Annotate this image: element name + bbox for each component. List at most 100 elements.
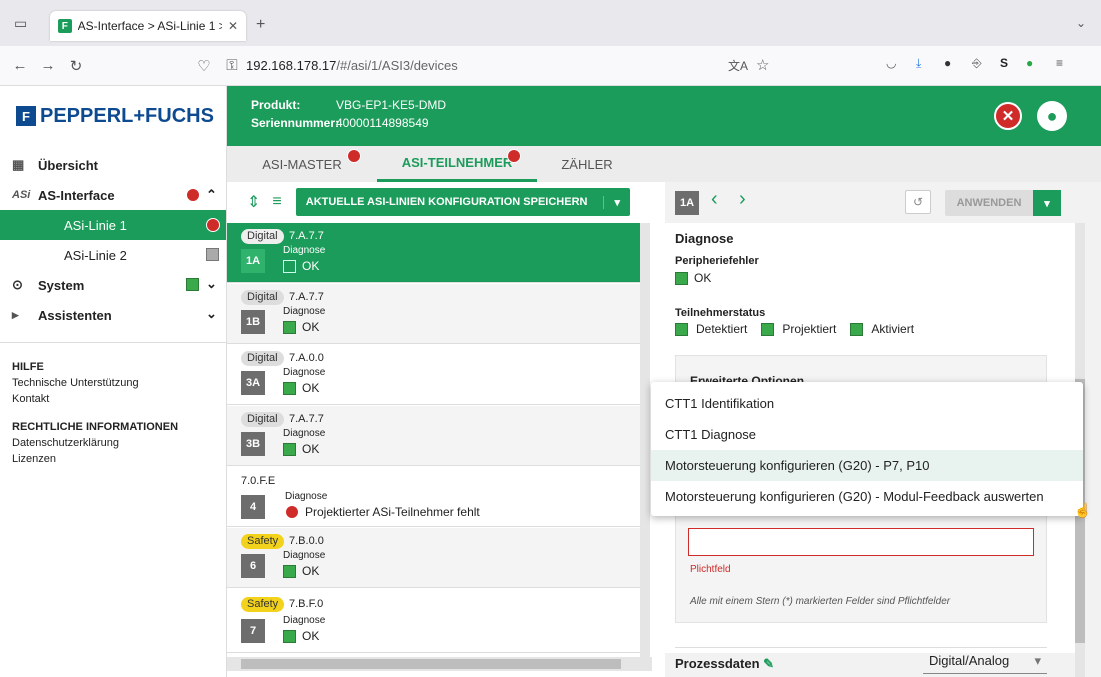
next-icon[interactable]: › bbox=[739, 188, 746, 211]
product-label: Produkt: bbox=[251, 98, 301, 112]
download-icon[interactable]: ⤓ bbox=[916, 56, 921, 71]
dropdown-item-ctt1-identification[interactable]: CTT1 Identifikation bbox=[651, 388, 1083, 419]
chevron-down-icon: ⌄ bbox=[206, 306, 217, 321]
logo-text: PEPPERL+FUCHS bbox=[40, 104, 214, 127]
browser-tab-title: AS-Interface > ASi-Linie 1 > AS bbox=[77, 19, 222, 33]
list-toolbar: ⇕ ≡ AKTUELLE ASI-LINIEN KONFIGURATION SP… bbox=[227, 182, 652, 222]
device-type-badge: Safety bbox=[241, 534, 285, 549]
filter-icon[interactable]: ≡ bbox=[272, 193, 281, 211]
device-row[interactable]: Digital 7.A.7.7 1B Diagnose OK bbox=[227, 284, 640, 344]
sidebar-item-line2[interactable]: ASi-Linie 2 bbox=[0, 240, 226, 270]
list-scrollbar-vertical[interactable] bbox=[640, 223, 650, 657]
sidebar-item-assistants[interactable]: ▸ Assistenten ⌄ bbox=[0, 300, 226, 330]
translate-icon[interactable]: 文A bbox=[728, 57, 748, 74]
tab-label: ZÄHLER bbox=[561, 156, 613, 172]
legal-link-privacy[interactable]: Datenschutzerklärung bbox=[0, 435, 226, 451]
expand-icon[interactable]: ⇕ bbox=[247, 192, 260, 212]
device-row[interactable]: Digital 7.A.7.7 1A Diagnose OK bbox=[227, 223, 640, 283]
apply-button[interactable]: ANWENDEN ▾ bbox=[945, 190, 1061, 216]
tab-asi-participant[interactable]: ASI-TEILNEHMER bbox=[377, 146, 537, 182]
ok-status-icon bbox=[675, 322, 688, 336]
browser-toolbar: ← → ↻ ♡ ⚿ 192.168.178.17/#/asi/1/ASI3/de… bbox=[0, 46, 1101, 86]
tab-label: ASI-MASTER bbox=[262, 156, 342, 172]
diag-status-text: OK bbox=[302, 320, 320, 334]
url-field[interactable]: 192.168.178.17/#/asi/1/ASI3/devices bbox=[246, 58, 458, 73]
user-avatar-icon[interactable]: ● bbox=[1037, 101, 1067, 131]
undo-icon[interactable]: ↺ bbox=[905, 190, 931, 214]
device-number: 3B bbox=[241, 432, 265, 456]
diag-label: Diagnose bbox=[283, 306, 326, 317]
help-link-contact[interactable]: Kontakt bbox=[0, 391, 226, 407]
caret-down-icon[interactable]: ▾ bbox=[603, 195, 620, 209]
shield-icon[interactable]: ♡ bbox=[190, 57, 218, 75]
dropdown-item-motor-p7-p10[interactable]: Motorsteuerung konfigurieren (G20) - P7,… bbox=[651, 450, 1083, 481]
device-row[interactable]: Digital 7.A.0.0 3A Diagnose OK bbox=[227, 345, 640, 405]
dropdown-item-motor-feedback[interactable]: Motorsteuerung konfigurieren (G20) - Mod… bbox=[651, 481, 1083, 512]
error-icon[interactable]: ✕ bbox=[994, 102, 1022, 130]
device-row[interactable]: 7.0.F.E 4 Diagnose Projektierter ASi-Tei… bbox=[227, 467, 640, 527]
reload-icon[interactable]: ↻ bbox=[62, 57, 90, 75]
periph-value: OK bbox=[694, 271, 712, 285]
device-number: 1B bbox=[241, 310, 265, 334]
serial-value: 40000114898549 bbox=[336, 116, 429, 130]
forward-icon[interactable]: → bbox=[34, 57, 62, 74]
device-number: 7 bbox=[241, 619, 265, 643]
prev-icon[interactable]: ‹ bbox=[711, 188, 718, 211]
logo[interactable]: F PEPPERL+FUCHS bbox=[0, 86, 227, 146]
diag-status: OK bbox=[283, 442, 319, 456]
device-row[interactable]: Safety 7.B.0.0 6 Diagnose OK bbox=[227, 528, 640, 588]
tab-counter[interactable]: ZÄHLER bbox=[537, 146, 637, 182]
url-path: /#/asi/1/ASI3/devices bbox=[336, 58, 458, 73]
sidebar: ▦ Übersicht ASi AS-Interface ⌃ ASi-Linie… bbox=[0, 146, 227, 677]
device-code: 7.B.F.0 bbox=[289, 598, 324, 610]
favicon-icon: F bbox=[58, 19, 72, 33]
list-scrollbar-horizontal[interactable] bbox=[227, 657, 652, 671]
lock-icon[interactable]: ⚿ bbox=[218, 57, 246, 74]
ok-status-icon bbox=[283, 259, 296, 273]
legal-link-licenses[interactable]: Lizenzen bbox=[0, 451, 226, 467]
sidebar-item-asi[interactable]: ASi AS-Interface ⌃ bbox=[0, 180, 226, 210]
extension-green-icon[interactable]: ● bbox=[1026, 56, 1033, 70]
diag-label: Diagnose bbox=[283, 428, 326, 439]
device-number: 3A bbox=[241, 371, 265, 395]
caret-down-icon[interactable]: ▾ bbox=[1033, 190, 1061, 216]
browser-tab[interactable]: F AS-Interface > ASi-Linie 1 > AS ✕ bbox=[50, 11, 246, 41]
ok-status-icon bbox=[186, 278, 199, 291]
save-config-button[interactable]: AKTUELLE ASI-LINIEN KONFIGURATION SPEICH… bbox=[295, 188, 631, 216]
diag-status-text: OK bbox=[302, 381, 320, 395]
pocket-icon[interactable]: ◡ bbox=[886, 56, 896, 70]
help-link-support[interactable]: Technische Unterstützung bbox=[0, 375, 226, 391]
required-input[interactable] bbox=[688, 528, 1034, 556]
participant-status: Detektiert Projektiert Aktiviert bbox=[675, 322, 914, 336]
scroll-thumb[interactable] bbox=[241, 659, 621, 669]
device-row[interactable]: Safety 7.B.F.0 7 Diagnose OK bbox=[227, 589, 640, 653]
sidebar-item-line1[interactable]: ASi-Linie 1 bbox=[0, 210, 226, 240]
process-data-select[interactable]: Digital/Analog ▾ bbox=[923, 648, 1047, 674]
extensions-icon[interactable]: ⎆ bbox=[972, 56, 982, 71]
tab-list-icon[interactable]: ▭ bbox=[14, 15, 27, 32]
required-field-hint: Plichtfeld bbox=[690, 564, 731, 575]
menu-icon[interactable]: ≡ bbox=[1056, 56, 1063, 70]
dropdown-item-ctt1-diagnose[interactable]: CTT1 Diagnose bbox=[651, 419, 1083, 450]
diag-status-text: OK bbox=[302, 259, 320, 273]
diag-title: Diagnose bbox=[675, 231, 734, 246]
new-tab-button[interactable]: + bbox=[256, 16, 265, 34]
diag-status: OK bbox=[283, 259, 319, 273]
diag-status-text: OK bbox=[302, 629, 320, 643]
close-tab-icon[interactable]: ✕ bbox=[228, 19, 238, 33]
ok-status-icon bbox=[675, 271, 688, 285]
device-code: 7.A.7.7 bbox=[289, 291, 324, 303]
extension-b-icon[interactable]: ● bbox=[944, 56, 951, 70]
logo-icon: F bbox=[16, 106, 36, 126]
back-icon[interactable]: ← bbox=[6, 57, 34, 74]
sidebar-item-system[interactable]: ⊙ System ⌄ bbox=[0, 270, 226, 300]
bookmark-star-icon[interactable]: ☆ bbox=[756, 56, 769, 74]
chevron-down-icon[interactable]: ⌄ bbox=[1076, 16, 1086, 30]
extension-s-icon[interactable]: S bbox=[1000, 56, 1008, 70]
device-row[interactable]: Digital 7.A.7.7 3B Diagnose OK bbox=[227, 406, 640, 466]
sidebar-item-overview[interactable]: ▦ Übersicht bbox=[0, 150, 226, 180]
tabs-bar: ASI-MASTER ASI-TEILNEHMER ZÄHLER bbox=[227, 146, 1101, 182]
edit-icon[interactable]: ✎ bbox=[763, 656, 774, 671]
help-title: HILFE bbox=[12, 361, 44, 373]
tab-asi-master[interactable]: ASI-MASTER bbox=[227, 146, 377, 182]
